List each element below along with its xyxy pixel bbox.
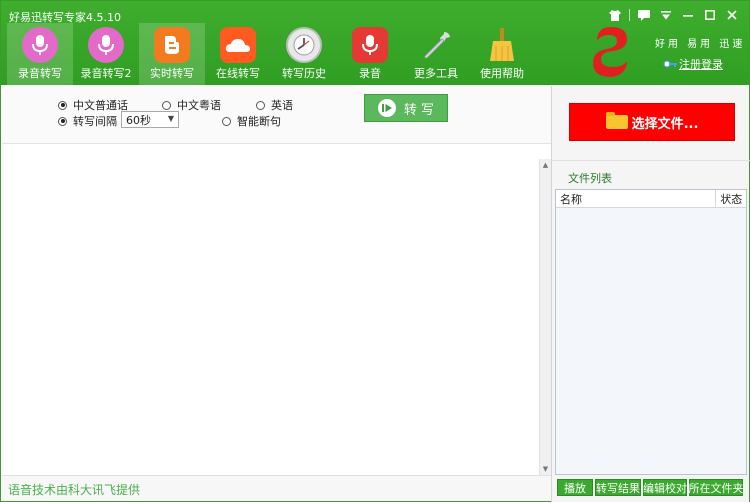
column-status[interactable]: 状态 [716,190,746,207]
scroll-down-icon[interactable]: ▼ [540,463,551,475]
tool-online-transcribe[interactable]: 在线转写 [205,23,271,85]
tool-help[interactable]: 使用帮助 [469,23,535,85]
radio-mandarin-label: 中文普通话 [73,99,128,112]
radio-cantonese-label: 中文粤语 [177,99,221,112]
edit-proofread-button[interactable]: 编辑校对 [643,479,687,496]
radio-dot [222,116,231,126]
transcribe-button-label: 转 写 [403,102,435,118]
options-panel: 中文普通话 中文粤语 英语 转写间隔 60秒 ▼ 智能断句 转 写 [2,86,551,144]
tool-record-transcribe-2[interactable]: 录音转写2 [73,23,139,85]
microphone-icon [88,27,124,63]
file-panel: 选择文件... 文件列表 名称 状态 播放 转写结果 编辑校对 所在文件夹 [551,86,750,502]
menu-dropdown-icon[interactable] [655,5,677,25]
tool-transcribe-history[interactable]: 转写历史 [271,23,337,85]
key-icon [663,60,677,68]
register-login-link[interactable]: 注册登录 [663,56,723,72]
radio-dot-checked [58,100,67,110]
transcript-text-area[interactable] [2,145,551,475]
controls-divider [629,9,630,21]
brand-slogan: 好用 易用 迅速 [655,39,746,50]
file-list-table[interactable]: 名称 状态 [555,189,747,475]
skin-icon[interactable] [604,5,626,25]
radio-mandarin[interactable]: 中文普通话 [58,97,128,113]
radio-dot [162,100,171,110]
tool-realtime-transcribe[interactable]: 实时转写 [139,23,205,85]
file-list-header: 名称 状态 [556,190,746,208]
status-text: 语音技术由科大讯飞提供 [8,483,141,497]
panel-divider [552,160,750,161]
maximize-icon[interactable] [699,5,721,25]
radio-interval[interactable]: 转写间隔 [58,113,117,129]
select-file-button[interactable]: 选择文件... [569,103,735,141]
radio-dot-checked [58,116,67,126]
status-bar: 语音技术由科大讯飞提供 [2,475,551,501]
microphone-icon [22,27,58,63]
transcript-scrollbar[interactable]: ▲ ▼ [539,159,551,475]
open-folder-button[interactable]: 所在文件夹 [689,479,744,496]
window-controls [604,5,743,25]
blogger-icon [154,27,190,63]
tool-record-transcribe[interactable]: 录音转写 [7,23,73,85]
play-icon [377,99,396,117]
select-file-label: 选择文件... [631,116,699,132]
radio-interval-label: 转写间隔 [73,115,117,128]
interval-select[interactable]: 60秒 ▼ [121,111,179,128]
register-login-label: 注册登录 [679,58,723,71]
scroll-up-icon[interactable]: ▲ [540,159,551,171]
transcribe-result-button[interactable]: 转写结果 [595,479,641,496]
radio-english-label: 英语 [271,99,293,112]
header-bar: 好易迅转写专家4.5.10 录音转写 录音转写2 实时转写 在线转写 转写历史 … [1,1,749,85]
radio-smart-break[interactable]: 智能断句 [222,113,281,129]
radio-smart-break-label: 智能断句 [237,115,281,128]
column-name[interactable]: 名称 [556,190,717,207]
record-mic-icon [352,27,388,63]
radio-dot [256,100,265,110]
message-icon[interactable] [633,5,655,25]
cloud-icon [220,27,256,63]
brand-logo [589,23,633,81]
close-icon[interactable] [721,5,743,25]
minimize-icon[interactable] [677,5,699,25]
chevron-down-icon: ▼ [167,114,174,123]
file-actions: 播放 转写结果 编辑校对 所在文件夹 [557,479,745,496]
broom-icon [484,27,520,63]
tool-record[interactable]: 录音 [337,23,403,85]
file-list-title: 文件列表 [568,172,612,185]
tool-more-tools[interactable]: 更多工具 [403,23,469,85]
folder-icon [605,112,628,129]
wrench-icon [418,27,454,63]
play-button[interactable]: 播放 [557,479,593,496]
app-window: 好易迅转写专家4.5.10 录音转写 录音转写2 实时转写 在线转写 转写历史 … [0,0,750,502]
clock-icon [286,27,322,63]
main-toolbar: 录音转写 录音转写2 实时转写 在线转写 转写历史 录音 更多工具 使用帮助 [7,23,535,85]
radio-english[interactable]: 英语 [256,97,293,113]
interval-select-value: 60秒 [126,113,151,127]
transcribe-button[interactable]: 转 写 [364,94,448,122]
